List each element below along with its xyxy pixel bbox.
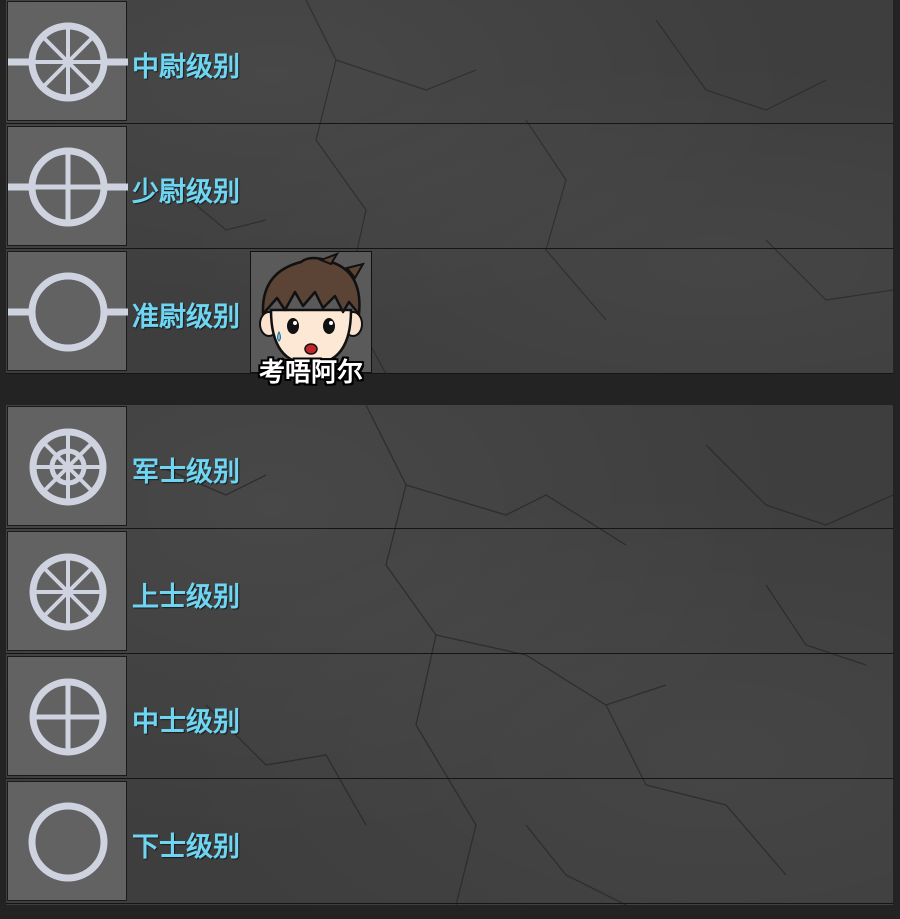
officer-ranks-panel: 中尉级别 少尉级别 准尉级别 — [6, 0, 893, 374]
nco-ranks-panel: 军士级别 上士级别 中士级别 下士级别 — [6, 405, 893, 905]
rank-row-lance-corporal: 下士级别 — [6, 780, 893, 904]
rank-label: 军士级别 — [132, 457, 240, 488]
sticker-author-name: 考唔阿尔 — [258, 358, 363, 388]
rank-row-staff-sergeant: 上士级别 — [6, 530, 893, 654]
circle-with-cross-and-side-bar-icon — [8, 147, 128, 227]
rank-insignia-box — [7, 1, 128, 121]
circle-with-side-bar-icon — [8, 272, 128, 352]
rank-row-corporal: 中士级别 — [6, 655, 893, 779]
rank-label: 下士级别 — [132, 832, 240, 863]
rank-label: 准尉级别 — [132, 302, 240, 333]
plain-circle-icon — [28, 802, 108, 882]
rank-insignia-box — [7, 406, 127, 526]
rank-row-warrant-officer: 准尉级别 — [6, 250, 893, 374]
rank-row-second-lieutenant: 少尉级别 — [6, 125, 893, 249]
circle-with-8-spokes-and-inner-circle-icon — [29, 428, 107, 506]
author-sticker: 考唔阿尔 — [250, 251, 372, 389]
circle-with-cross-icon — [29, 678, 107, 756]
rank-row-sergeant: 军士级别 — [6, 405, 893, 529]
circle-with-8-spokes-and-side-bar-icon — [8, 22, 128, 102]
rank-insignia-box — [7, 781, 127, 901]
rank-insignia-box — [7, 126, 128, 246]
circle-with-8-spokes-icon — [29, 553, 107, 631]
rank-insignia-box — [7, 656, 127, 776]
rank-insignia-box — [7, 531, 127, 651]
rank-label: 中尉级别 — [132, 52, 240, 83]
rank-row-lieutenant: 中尉级别 — [6, 0, 893, 124]
rank-label: 少尉级别 — [132, 177, 240, 208]
rank-insignia-box — [7, 251, 128, 371]
rank-label: 上士级别 — [132, 582, 240, 613]
rank-label: 中士级别 — [132, 707, 240, 738]
